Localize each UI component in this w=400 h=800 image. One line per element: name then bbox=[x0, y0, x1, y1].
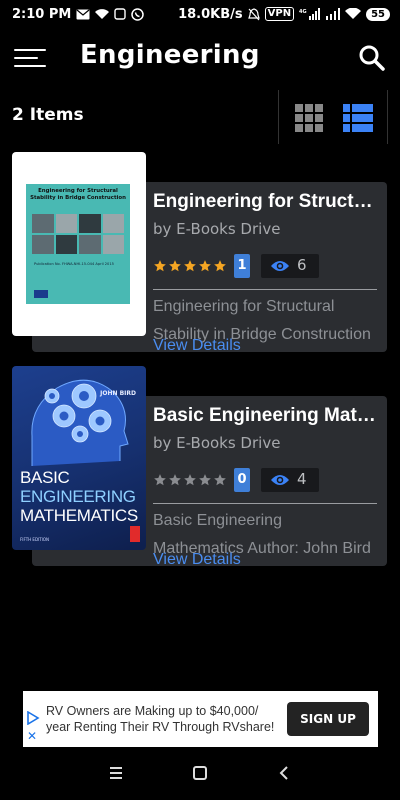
description-line: Engineering for Structural bbox=[153, 298, 335, 315]
gears-illustration bbox=[31, 379, 129, 466]
system-nav-bar bbox=[0, 752, 400, 800]
view-toggle bbox=[278, 90, 388, 144]
cover-title: Engineering for Structural Stability in … bbox=[30, 188, 126, 201]
sign-up-button[interactable]: SIGN UP bbox=[287, 702, 369, 736]
whatsapp-icon bbox=[131, 7, 145, 21]
items-bar: 2 Items bbox=[0, 90, 400, 144]
menu-icon bbox=[14, 49, 46, 51]
view-details-link[interactable]: View Details bbox=[153, 551, 241, 569]
views-badge: 4 bbox=[261, 468, 319, 492]
adchoices-icon[interactable] bbox=[26, 711, 40, 725]
signal-icon-2 bbox=[326, 8, 341, 20]
ad-close-icon[interactable]: ✕ bbox=[27, 729, 37, 743]
book-author: by E-Books Drive bbox=[153, 220, 281, 238]
description-line: Basic Engineering bbox=[153, 512, 282, 529]
publisher-logo bbox=[34, 290, 48, 298]
items-count: 2 Items bbox=[12, 105, 84, 125]
star-rating bbox=[153, 473, 227, 487]
app-bar: Engineering bbox=[0, 28, 400, 88]
divider bbox=[153, 289, 377, 290]
divider bbox=[153, 503, 377, 504]
wifi-icon-2 bbox=[345, 8, 362, 20]
star-rating bbox=[153, 259, 227, 273]
star-icon bbox=[184, 260, 196, 272]
status-bar: 2:10 PM 18.0KB/s VPN 4G 55 bbox=[0, 0, 400, 28]
back-button[interactable] bbox=[276, 765, 292, 785]
wifi-icon bbox=[95, 8, 110, 20]
ad-text: RV Owners are Making up to $40,000/ year… bbox=[46, 704, 275, 734]
views-count: 4 bbox=[297, 470, 307, 488]
status-time: 2:10 PM bbox=[12, 6, 72, 22]
ad-banner[interactable]: ✕ RV Owners are Making up to $40,000/ ye… bbox=[23, 691, 378, 747]
mute-icon bbox=[247, 7, 260, 21]
search-icon bbox=[359, 45, 385, 71]
star-icon bbox=[154, 260, 166, 272]
svg-text:4G: 4G bbox=[299, 9, 307, 15]
book-title: Engineering for Structural Stability in … bbox=[153, 191, 383, 212]
menu-button[interactable] bbox=[14, 47, 46, 69]
eye-icon bbox=[271, 475, 289, 485]
cover-author: JOHN BIRD bbox=[100, 390, 136, 397]
publisher-logo bbox=[130, 526, 140, 542]
book-title: Basic Engineering Mathematics bbox=[153, 405, 383, 426]
book-item[interactable]: Engineering for Structural Stability in … bbox=[0, 152, 400, 356]
book-item[interactable]: JOHN BIRD BASIC ENGINEERING MATHEMATICS … bbox=[0, 366, 400, 570]
eye-icon bbox=[271, 261, 289, 271]
list-view-button[interactable] bbox=[343, 104, 373, 132]
vpn-badge: VPN bbox=[264, 7, 295, 21]
mail-icon bbox=[76, 9, 90, 20]
search-button[interactable] bbox=[358, 44, 386, 72]
star-icon bbox=[169, 260, 181, 272]
battery-indicator: 55 bbox=[366, 7, 390, 21]
cover-edition: FIFTH EDITION bbox=[20, 537, 49, 542]
star-icon bbox=[214, 474, 226, 486]
star-icon bbox=[154, 474, 166, 486]
star-icon bbox=[199, 260, 211, 272]
views-count: 6 bbox=[297, 256, 307, 274]
signal-icon: 4G bbox=[299, 8, 321, 20]
app-notification-icon bbox=[114, 8, 127, 20]
view-details-link[interactable]: View Details bbox=[153, 337, 241, 355]
star-icon bbox=[214, 260, 226, 272]
back-chevron-icon bbox=[279, 766, 288, 780]
star-icon bbox=[169, 474, 181, 486]
book-author: by E-Books Drive bbox=[153, 434, 281, 452]
cover-subtitle: Publication No. FHWA-NHI-15-044 April 20… bbox=[34, 262, 114, 266]
star-icon bbox=[199, 474, 211, 486]
book-cover: JOHN BIRD BASIC ENGINEERING MATHEMATICS … bbox=[12, 366, 146, 550]
star-icon bbox=[184, 474, 196, 486]
cover-photos bbox=[32, 214, 124, 254]
grid-view-button[interactable] bbox=[295, 104, 323, 132]
rating-count: 0 bbox=[234, 468, 250, 492]
recent-apps-button[interactable] bbox=[108, 765, 124, 785]
home-button[interactable] bbox=[192, 765, 208, 785]
network-speed: 18.0KB/s bbox=[178, 6, 243, 22]
menu-lines-icon bbox=[110, 767, 122, 779]
page-title: Engineering bbox=[80, 40, 260, 70]
cover-title: BASIC ENGINEERING MATHEMATICS bbox=[20, 468, 138, 525]
book-cover: Engineering for Structural Stability in … bbox=[12, 152, 146, 336]
square-icon bbox=[193, 766, 207, 780]
views-badge: 6 bbox=[261, 254, 319, 278]
rating-count: 1 bbox=[234, 254, 250, 278]
